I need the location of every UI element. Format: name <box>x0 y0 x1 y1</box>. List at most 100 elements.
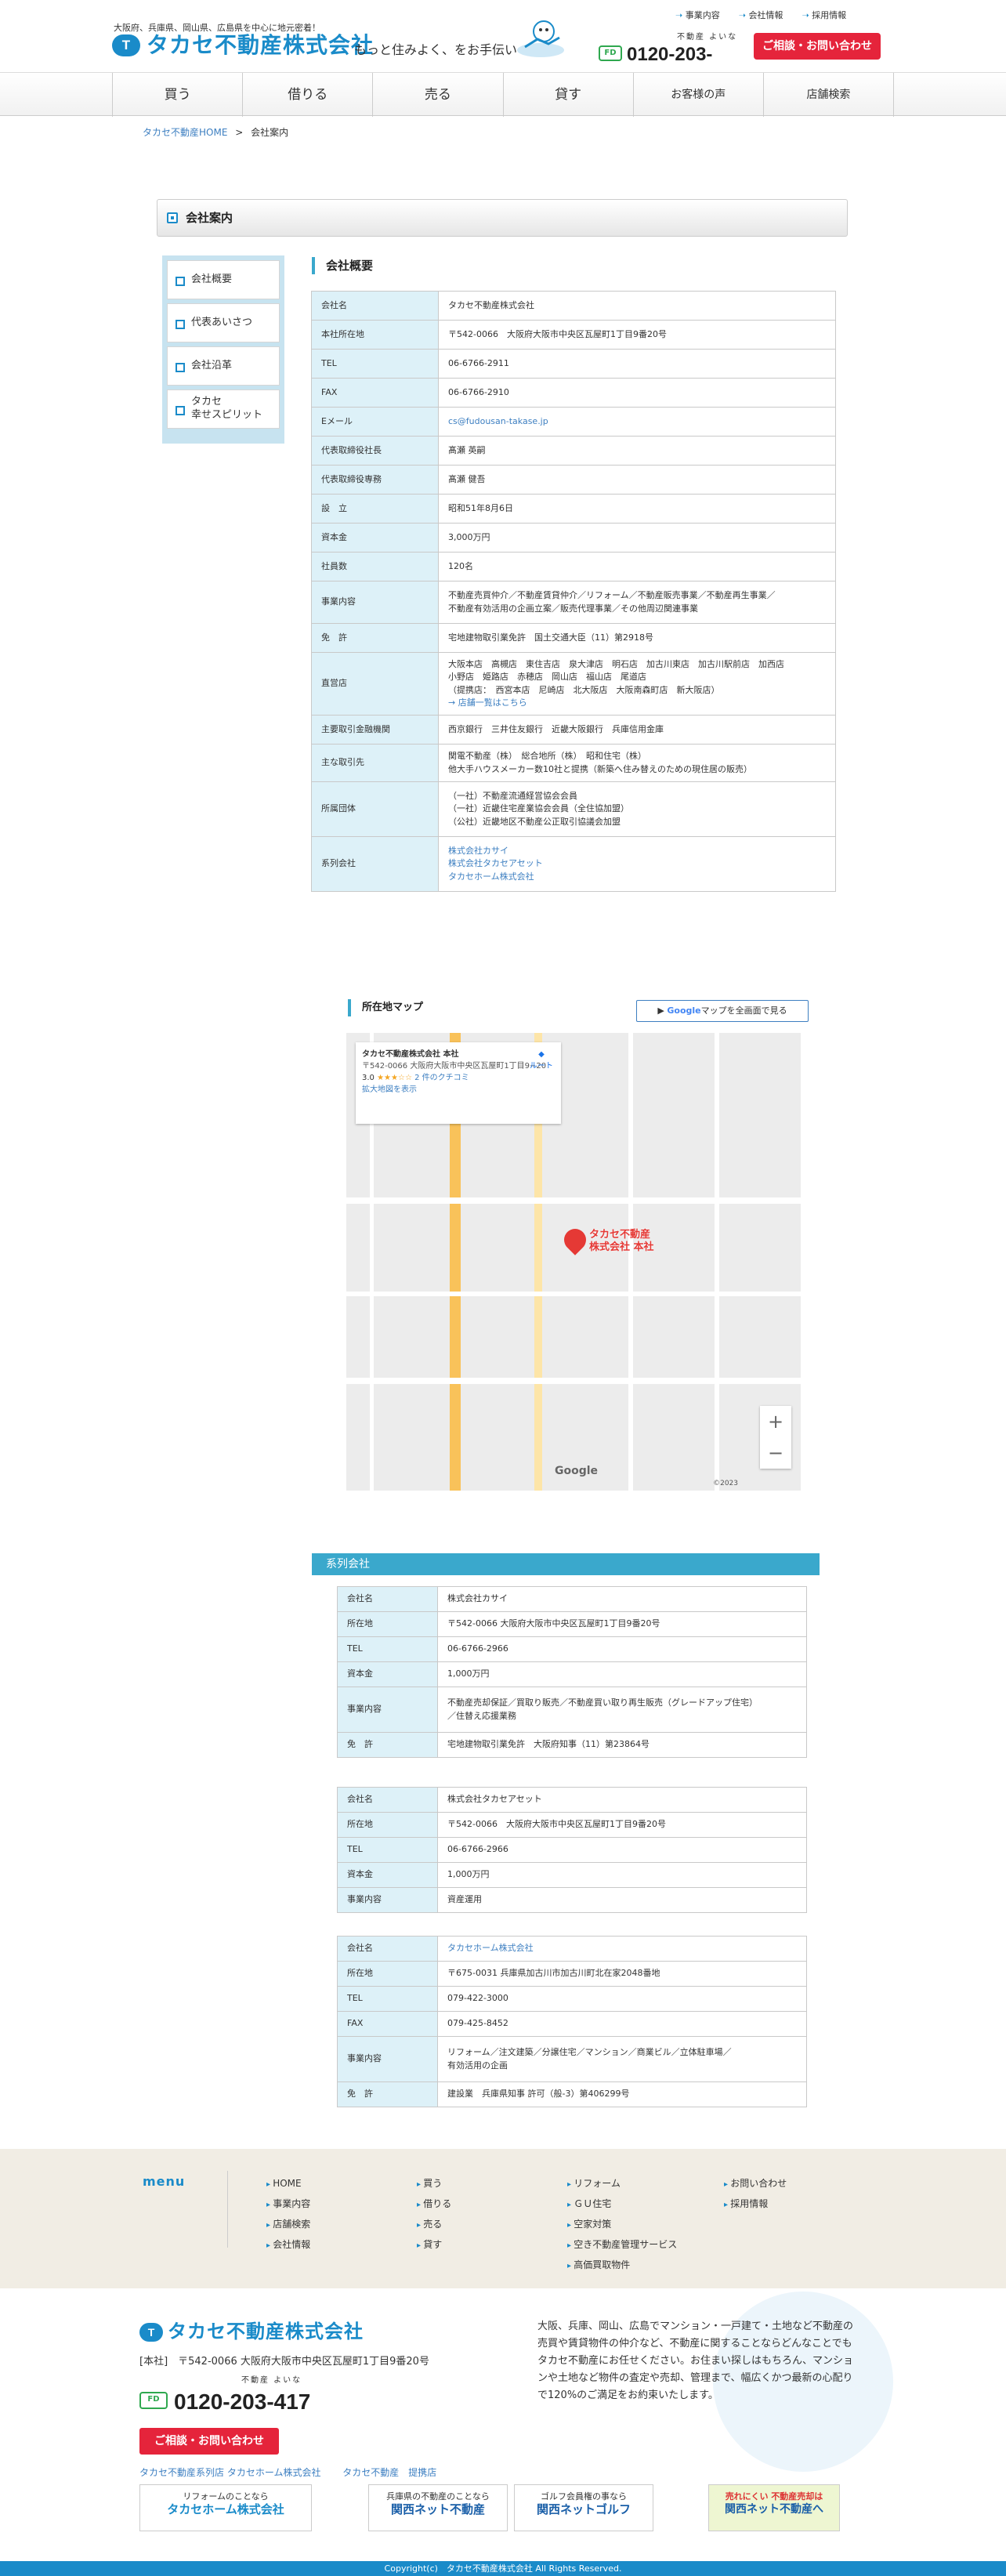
table-row: 事業内容 リフォーム／注文建築／分譲住宅／マンション／商業ビル／立体駐車場／ 有効… <box>337 2036 807 2082</box>
footer-contact-button[interactable]: ご相談・お問い合わせ <box>139 2428 279 2455</box>
footer-group-link-2[interactable]: タカセ不動産 提携店 <box>342 2467 436 2478</box>
table-row: 免 許宅地建物取引業免許 大阪府知事（11）第23864号 <box>337 1732 807 1758</box>
row-value: 髙瀬 健吾 <box>438 465 836 495</box>
row-value: 06-6766-2910 <box>438 378 836 408</box>
row-label: 事業内容 <box>311 581 439 624</box>
row-label: 免 許 <box>311 623 439 653</box>
sidebar-item-spirit[interactable]: タカセ 幸せスピリット <box>167 389 280 429</box>
affiliate-link[interactable]: タカセホーム株式会社 <box>448 871 534 882</box>
row-label: 社員数 <box>311 552 439 582</box>
footer-link-purchase[interactable]: 高価買取物件 <box>567 2255 677 2276</box>
footer-logo[interactable]: T タカセ不動産株式会社 <box>139 2320 364 2345</box>
top-link-business[interactable]: 事業内容 <box>675 9 720 23</box>
row-label: TEL <box>337 1636 438 1662</box>
review-link[interactable]: 2 件のクチコミ <box>414 1074 469 1082</box>
nav-rent[interactable]: 借りる <box>243 73 374 117</box>
header-tel[interactable]: 不動産 よいな FD 0120-203-417 <box>599 31 740 93</box>
footer-tel[interactable]: 不動産 よいな FD 0120-203-417 <box>139 2375 343 2414</box>
footer-link-store[interactable]: 店舗検索 <box>266 2215 310 2235</box>
row-value: 建設業 兵庫県知事 許可（般-3）第406299号 <box>437 2081 807 2107</box>
top-link-recruit[interactable]: 採用情報 <box>802 9 846 23</box>
footer-link-gu[interactable]: ＧＵ住宅 <box>567 2194 677 2215</box>
map-fullscreen-button[interactable]: ▶ Googleマップを全画面で見る <box>636 1000 809 1022</box>
breadcrumb-current: 会社案内 <box>251 127 289 138</box>
row-value: 3,000万円 <box>438 523 836 553</box>
map-large-link[interactable]: 拡大地図を表示 <box>362 1085 417 1094</box>
page-title: 会社案内 <box>186 211 233 225</box>
company-link[interactable]: タカセホーム株式会社 <box>447 1943 534 1953</box>
nav-buy[interactable]: 買う <box>112 73 244 117</box>
top-link-company[interactable]: 会社情報 <box>739 9 783 23</box>
footer-menu-title: menu <box>143 2174 186 2189</box>
row-value: 120名 <box>438 552 836 582</box>
row-label: 主要取引金融機関 <box>311 715 439 745</box>
banner-kansai-golf[interactable]: ゴルフ会員権の事なら 関西ネットゴルフ <box>514 2484 653 2531</box>
table-row: 会社名 タカセホーム株式会社 <box>337 1936 807 1962</box>
sidebar-item-greeting[interactable]: 代表あいさつ <box>167 303 280 342</box>
row-label: FAX <box>337 2011 438 2037</box>
nav-voice[interactable]: お客様の声 <box>634 73 764 117</box>
nav-store-search[interactable]: 店舗検索 <box>764 73 895 117</box>
footer-link-reform[interactable]: リフォーム <box>567 2174 677 2194</box>
row-label: 所在地 <box>337 1961 438 1987</box>
row-value: 06-6766-2911 <box>438 349 836 379</box>
google-logo: Google <box>555 1465 599 1477</box>
footer-logo-mark-icon: T <box>139 2323 163 2342</box>
sidebar-item-history[interactable]: 会社沿革 <box>167 346 280 386</box>
table-row: 直営店 大阪本店 高槻店 東住吉店 泉大津店 明石店 加古川東店 加古川駅前店 加… <box>311 652 836 716</box>
footer-group-link-1[interactable]: タカセ不動産系列店 タカセホーム株式会社 <box>139 2467 320 2478</box>
breadcrumb-separator: > <box>235 127 244 138</box>
mascot-icon <box>517 20 564 57</box>
store-list-link[interactable]: → 店舗一覧はこちら <box>448 697 527 708</box>
banner-takase-home[interactable]: リフォームのことなら タカセホーム株式会社 <box>139 2484 312 2531</box>
footer-link-recruit[interactable]: 採用情報 <box>724 2194 787 2215</box>
footer-link-home[interactable]: HOME <box>266 2174 310 2194</box>
nav-lease[interactable]: 貸す <box>504 73 634 117</box>
location-map[interactable]: タカセ不動産株式会社 本社 〒542-0066 大阪府大阪市中央区瓦屋町1丁目9… <box>346 1033 801 1491</box>
footer-menu: menu HOME 事業内容 店舗検索 会社情報 買う 借りる 売る 貸す リフ… <box>0 2149 1006 2288</box>
heading-square-icon <box>167 212 178 223</box>
footer-link-buy[interactable]: 買う <box>417 2174 451 2194</box>
location-pin-icon[interactable] <box>559 1224 591 1255</box>
row-label: 設 立 <box>311 494 439 524</box>
table-row: 所在地 〒542-0066 大阪府大阪市中央区瓦屋町1丁目9番20号 <box>337 1611 807 1637</box>
affiliate-link[interactable]: 株式会社カサイ <box>448 846 508 856</box>
row-value: （一社）不動産流通経営協会会員 （一社）近畿住宅産業協会会員（全住協加盟） （公… <box>438 781 836 837</box>
map-route-button[interactable]: ◆ ルート <box>530 1049 553 1072</box>
row-value: 西京銀行 三井住友銀行 近畿大阪銀行 兵庫信用金庫 <box>438 715 836 745</box>
nav-sell[interactable]: 売る <box>373 73 504 117</box>
row-value: 〒542-0066 大阪府大阪市中央区瓦屋町1丁目9番20号 <box>437 1812 807 1838</box>
route-icon: ◆ <box>538 1050 545 1059</box>
zoom-in-icon[interactable]: + <box>760 1406 791 1437</box>
table-row: TEL 079-422-3000 <box>337 1986 807 2012</box>
table-row: 所在地 〒542-0066 大阪府大阪市中央区瓦屋町1丁目9番20号 <box>337 1812 807 1838</box>
table-row: Eメール cs@fudousan-takase.jp <box>311 407 836 437</box>
banner-4-top: 売れにくい 不動産売却は <box>725 2491 823 2502</box>
map-info-card: タカセ不動産株式会社 本社 〒542-0066 大阪府大阪市中央区瓦屋町1丁目9… <box>356 1042 561 1124</box>
zoom-out-icon[interactable]: − <box>760 1437 791 1469</box>
banner-hard-sell[interactable]: 売れにくい 不動産売却は 関西ネット不動産へ <box>708 2484 840 2531</box>
banner-kansai-net[interactable]: 兵庫県の不動産のことなら 関西ネット不動産 <box>368 2484 508 2531</box>
footer-link-business[interactable]: 事業内容 <box>266 2194 310 2215</box>
footer-link-sell[interactable]: 売る <box>417 2215 451 2235</box>
contact-button[interactable]: ご相談・お問い合わせ <box>754 33 881 60</box>
row-value: 株式会社カサイ株式会社タカセアセット タカセホーム株式会社 <box>438 836 836 892</box>
sidebar-item-overview[interactable]: 会社概要 <box>167 260 280 299</box>
table-row: TEL 06-6766-2966 <box>337 1837 807 1863</box>
map-fullscreen-label: マップを全画面で見る <box>700 1005 787 1016</box>
footer-link-company[interactable]: 会社情報 <box>266 2235 310 2255</box>
breadcrumb-home[interactable]: タカセ不動産HOME <box>143 127 227 138</box>
table-row: 事業内容 資産運用 <box>337 1887 807 1913</box>
row-value: 〒675-0031 兵庫県加古川市加古川町北在家2048番地 <box>437 1961 807 1987</box>
footer-link-contact[interactable]: お問い合わせ <box>724 2174 787 2194</box>
row-label: 系列会社 <box>311 836 439 892</box>
footer-link-lease[interactable]: 貸す <box>417 2235 451 2255</box>
footer-link-vacant[interactable]: 空家対策 <box>567 2215 677 2235</box>
site-logo[interactable]: T タカセ不動産株式会社 <box>112 33 374 58</box>
email-link[interactable]: cs@fudousan-takase.jp <box>448 416 548 426</box>
copyright: Copyright(c) タカセ不動産株式会社 All Rights Reser… <box>0 2561 1006 2576</box>
map-zoom-control[interactable]: + − <box>760 1406 791 1469</box>
footer-link-management[interactable]: 空き不動産管理サービス <box>567 2235 677 2255</box>
footer-link-rent[interactable]: 借りる <box>417 2194 451 2215</box>
affiliate-link[interactable]: 株式会社タカセアセット <box>448 858 543 868</box>
